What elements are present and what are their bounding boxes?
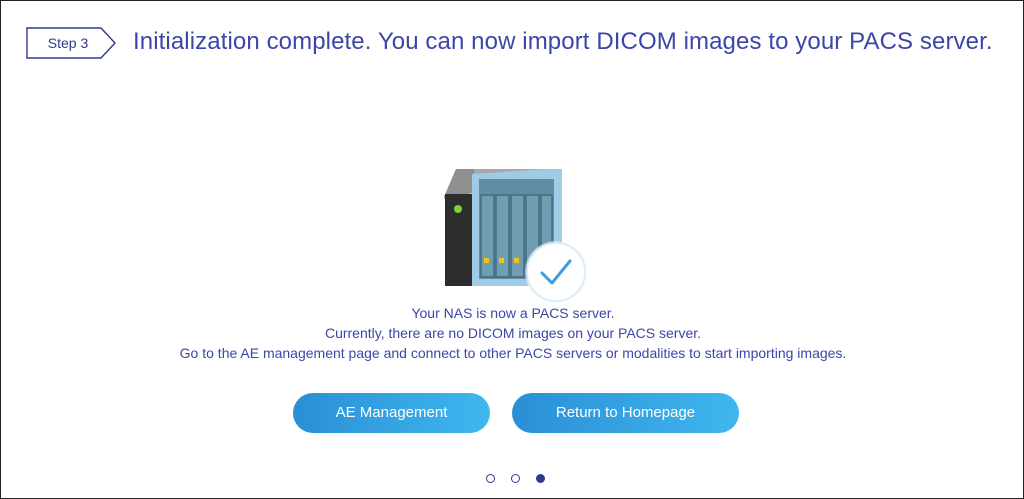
step-pager bbox=[486, 474, 550, 486]
message-line-1: Your NAS is now a PACS server. bbox=[411, 305, 615, 321]
nas-illustration bbox=[444, 169, 589, 304]
wizard-panel: Step 3 Initialization complete. You can … bbox=[0, 0, 1024, 499]
pager-dot-3[interactable] bbox=[536, 474, 545, 483]
step-label: Step 3 bbox=[47, 35, 89, 51]
message-line-3: Go to the AE management page and connect… bbox=[179, 345, 847, 361]
step-badge: Step 3 bbox=[26, 27, 118, 59]
message-line-2: Currently, there are no DICOM images on … bbox=[324, 325, 702, 341]
return-to-homepage-button[interactable]: Return to Homepage bbox=[512, 393, 739, 433]
pager-dot-1[interactable] bbox=[486, 474, 495, 483]
page-title: Initialization complete. You can now imp… bbox=[133, 28, 993, 55]
pager-dot-2[interactable] bbox=[511, 474, 520, 483]
nas-server-icon bbox=[444, 169, 587, 303]
status-message: Your NAS is now a PACS server. Currently… bbox=[1, 303, 1024, 363]
ae-management-button[interactable]: AE Management bbox=[293, 393, 490, 433]
